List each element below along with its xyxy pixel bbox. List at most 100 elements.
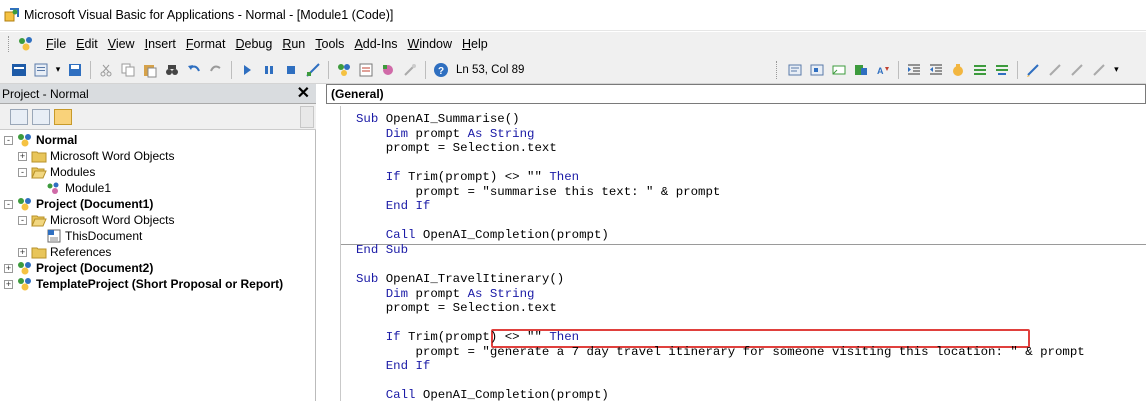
menu-debug[interactable]: Debug xyxy=(230,37,277,51)
close-icon[interactable]: ✕ xyxy=(297,85,310,102)
menu-window[interactable]: Window xyxy=(403,37,457,51)
break-button[interactable] xyxy=(260,61,278,79)
project-pane-title: Project - Normal xyxy=(2,86,89,101)
comment-block-button[interactable] xyxy=(971,61,989,79)
code-line[interactable]: If Trim(prompt) <> "" Then xyxy=(356,330,579,345)
tree-node-label: Project (Document2) xyxy=(36,261,154,275)
expand-icon[interactable]: + xyxy=(18,247,27,257)
toolbar-options-arrow[interactable]: ▾ xyxy=(1112,61,1120,79)
help-button[interactable]: ? xyxy=(432,61,450,79)
clear-bookmarks-button[interactable] xyxy=(1090,61,1108,79)
tree-node-project-document2[interactable]: + Project (Document2) xyxy=(4,260,153,276)
view-word-button[interactable] xyxy=(10,61,28,79)
tree-node-microsoft-word-objects[interactable]: + Microsoft Word Objects xyxy=(18,148,174,164)
menu-add-ins[interactable]: Add-Ins xyxy=(349,37,402,51)
toggle-bookmark-button[interactable] xyxy=(1024,61,1042,79)
paste-button[interactable] xyxy=(141,61,159,79)
next-bookmark-button[interactable] xyxy=(1046,61,1064,79)
toggle-breakpoint-button[interactable] xyxy=(949,61,967,79)
view-code-button[interactable] xyxy=(10,108,28,125)
redo-button[interactable] xyxy=(207,61,225,79)
tree-node-references[interactable]: + References xyxy=(18,244,111,260)
code-line[interactable]: prompt = "summarise this text: " & promp… xyxy=(356,185,721,200)
complete-word-button[interactable]: A xyxy=(874,61,892,79)
code-line[interactable]: If Trim(prompt) <> "" Then xyxy=(356,170,579,185)
reset-button[interactable] xyxy=(282,61,300,79)
view-object-button[interactable] xyxy=(32,108,50,125)
design-mode-button[interactable] xyxy=(304,61,322,79)
expand-icon[interactable]: + xyxy=(4,279,13,289)
menu-edit[interactable]: Edit xyxy=(71,37,103,51)
insert-module-button[interactable] xyxy=(32,61,50,79)
indent-button[interactable] xyxy=(905,61,923,79)
object-dropdown[interactable]: (General) xyxy=(326,84,1146,104)
outdent-button[interactable] xyxy=(927,61,945,79)
save-button[interactable] xyxy=(66,61,84,79)
code-line[interactable]: Sub OpenAI_Summarise() xyxy=(356,112,520,127)
collapse-icon[interactable]: - xyxy=(18,167,27,177)
vba-project-icon[interactable] xyxy=(17,36,35,52)
parameter-info-button[interactable] xyxy=(852,61,870,79)
tree-node-modules[interactable]: - Modules xyxy=(18,164,95,180)
copy-button[interactable] xyxy=(119,61,137,79)
keyword: End If xyxy=(385,199,431,214)
edit-toolbar-grip[interactable] xyxy=(776,60,782,79)
menu-format[interactable]: Format xyxy=(181,37,231,51)
find-button[interactable] xyxy=(163,61,181,79)
collapse-icon[interactable]: - xyxy=(4,199,13,209)
code-line[interactable]: End Sub xyxy=(356,243,408,258)
undo-button[interactable] xyxy=(185,61,203,79)
dropdown-arrow-icon[interactable]: ▾ xyxy=(54,61,62,79)
menu-tools[interactable]: Tools xyxy=(310,37,349,51)
toggle-folders-button[interactable] xyxy=(54,108,72,125)
stop-icon xyxy=(287,65,295,74)
properties-button[interactable] xyxy=(357,61,375,79)
menu-run[interactable]: Run xyxy=(277,37,310,51)
tree-node-project-document1[interactable]: - Project (Document1) xyxy=(4,196,153,212)
code-line[interactable]: Dim prompt As String xyxy=(356,287,535,302)
collapse-icon[interactable]: - xyxy=(18,215,27,225)
tree-node-templateproject[interactable]: + TemplateProject (Short Proposal or Rep… xyxy=(4,276,283,292)
binoculars-icon xyxy=(166,64,178,75)
tree-node-normal[interactable]: - Normal xyxy=(4,132,77,148)
project-explorer-button[interactable] xyxy=(335,61,353,79)
code-line[interactable]: prompt = Selection.text xyxy=(356,301,557,316)
uncomment-block-button[interactable] xyxy=(993,61,1011,79)
list-constants-button[interactable] xyxy=(808,61,826,79)
keyword: Dim xyxy=(385,126,409,141)
object-browser-icon xyxy=(383,64,393,75)
keyword: Sub xyxy=(356,272,379,287)
code-line[interactable]: Call OpenAI_Completion(prompt) xyxy=(356,228,609,243)
code-line[interactable]: Dim prompt As String xyxy=(356,126,535,142)
code-editor[interactable]: Sub OpenAI_Summarise() Dim prompt As Str… xyxy=(340,106,1146,401)
expand-icon[interactable]: + xyxy=(4,263,13,273)
menu-insert[interactable]: Insert xyxy=(140,37,181,51)
code-line[interactable]: prompt = "generate a 7 day travel itiner… xyxy=(356,345,1085,360)
previous-bookmark-button[interactable] xyxy=(1068,61,1086,79)
list-properties-button[interactable] xyxy=(786,61,804,79)
toolbox-button[interactable] xyxy=(401,61,419,79)
code-line[interactable]: End If xyxy=(356,359,431,374)
tree-node-microsoft-word-objects-2[interactable]: - Microsoft Word Objects xyxy=(18,212,174,228)
menu-help[interactable]: Help xyxy=(457,37,493,51)
project-icon xyxy=(18,134,31,147)
code-line[interactable]: Call OpenAI_Completion(prompt) xyxy=(356,388,609,401)
menu-grip[interactable] xyxy=(8,36,11,52)
collapse-icon[interactable]: - xyxy=(4,135,13,145)
object-browser-button[interactable] xyxy=(379,61,397,79)
cut-button[interactable] xyxy=(97,61,115,79)
menu-file[interactable]: File xyxy=(41,37,71,51)
quick-info-icon xyxy=(832,65,846,74)
expand-icon[interactable]: + xyxy=(18,151,27,161)
run-button[interactable] xyxy=(238,61,256,79)
tree-node-thisdocument[interactable]: ThisDocument xyxy=(46,228,142,244)
code-line[interactable]: End If xyxy=(356,199,431,214)
quick-info-button[interactable] xyxy=(830,61,848,79)
toolbar-separator xyxy=(898,60,900,79)
code-line[interactable]: Sub OpenAI_TravelItinerary() xyxy=(356,272,564,287)
scrollbar-up[interactable] xyxy=(300,106,314,128)
menu-view[interactable]: View xyxy=(103,37,140,51)
tree-node-label: ThisDocument xyxy=(65,229,143,243)
code-line[interactable]: prompt = Selection.text xyxy=(356,141,557,156)
tree-node-module1[interactable]: Module1 xyxy=(46,180,111,196)
